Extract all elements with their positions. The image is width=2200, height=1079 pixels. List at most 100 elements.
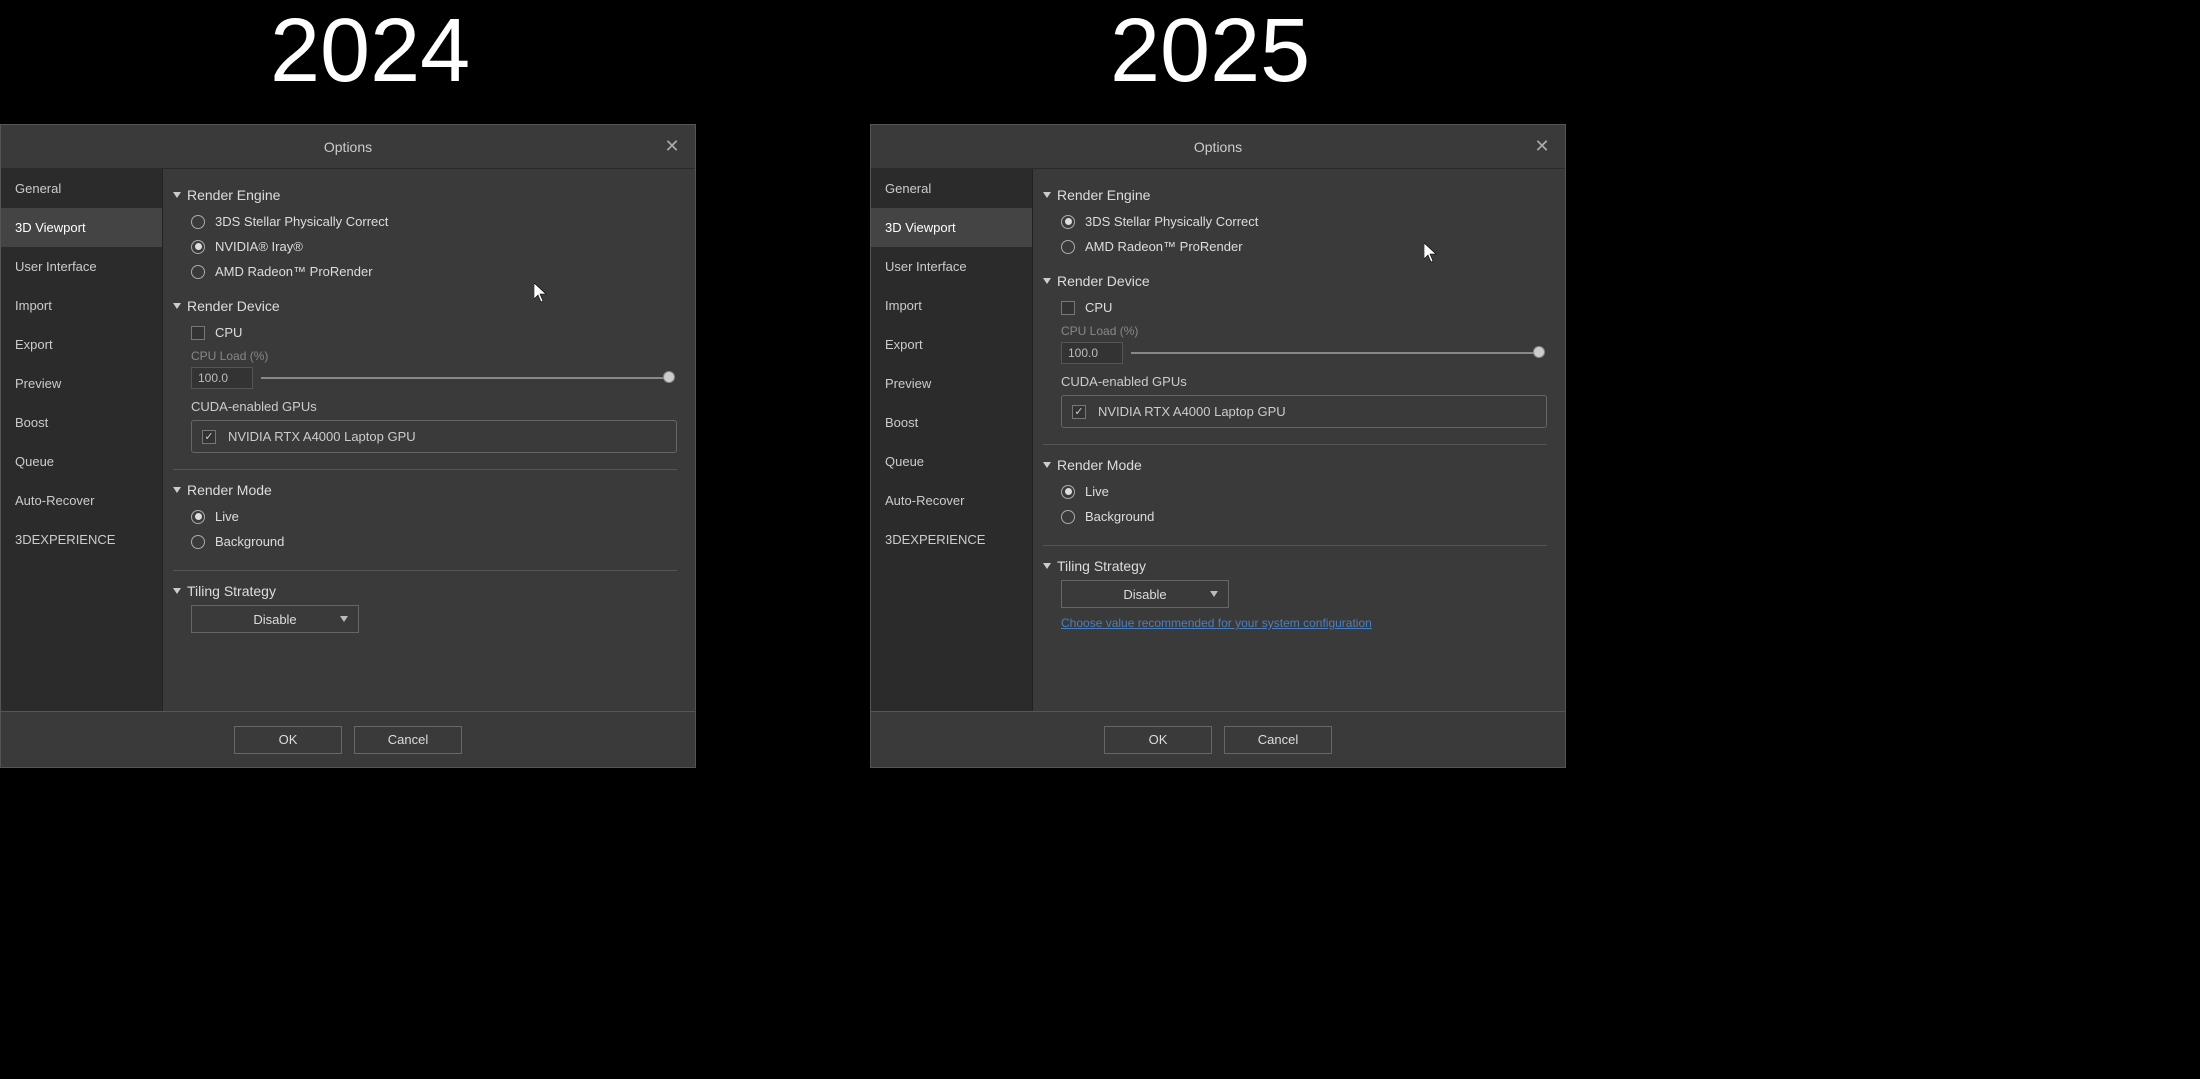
close-button[interactable]: ✕ [661, 135, 683, 157]
radio-icon [1061, 215, 1075, 229]
collapse-icon [173, 192, 181, 198]
radio-icon [191, 535, 205, 549]
sidebar-item-3dexperience[interactable]: 3DEXPERIENCE [871, 520, 1032, 559]
sidebar-item-preview[interactable]: Preview [1, 364, 162, 403]
cpu-load-slider[interactable]: 100.0 [191, 367, 677, 389]
content-panel[interactable]: Render Engine 3DS Stellar Physically Cor… [1033, 169, 1565, 711]
section-tiling-strategy[interactable]: Tiling Strategy [173, 575, 677, 605]
gpu-list: NVIDIA RTX A4000 Laptop GPU [1061, 395, 1547, 428]
radio-background[interactable]: Background [191, 529, 677, 554]
dropdown-value: Disable [253, 612, 296, 627]
section-render-device[interactable]: Render Device [1043, 265, 1547, 295]
radio-amd-prorender[interactable]: AMD Radeon™ ProRender [191, 259, 677, 284]
sidebar-item-general[interactable]: General [871, 169, 1032, 208]
collapse-icon [1043, 278, 1051, 284]
section-render-engine[interactable]: Render Engine [173, 179, 677, 209]
radio-nvidia-iray[interactable]: NVIDIA® Iray® [191, 234, 677, 259]
section-render-mode[interactable]: Render Mode [1043, 449, 1547, 479]
sidebar-item-general[interactable]: General [1, 169, 162, 208]
options-dialog-2025: Options ✕ General 3D Viewport User Inter… [870, 124, 1566, 768]
radio-stellar[interactable]: 3DS Stellar Physically Correct [1061, 209, 1547, 234]
slider-track[interactable] [1131, 352, 1539, 354]
sidebar-item-queue[interactable]: Queue [871, 442, 1032, 481]
content-panel[interactable]: Render Engine 3DS Stellar Physically Cor… [163, 169, 695, 711]
sidebar-item-import[interactable]: Import [871, 286, 1032, 325]
cpu-load-slider[interactable]: 100.0 [1061, 342, 1547, 364]
radio-amd-prorender[interactable]: AMD Radeon™ ProRender [1061, 234, 1547, 259]
sidebar-item-boost[interactable]: Boost [1, 403, 162, 442]
chevron-down-icon [340, 616, 348, 622]
checkbox-label: CPU [1085, 300, 1112, 315]
radio-icon [191, 265, 205, 279]
checkbox-gpu[interactable] [202, 430, 216, 444]
radio-label: 3DS Stellar Physically Correct [215, 214, 388, 229]
collapse-icon [173, 487, 181, 493]
sidebar-item-3d-viewport[interactable]: 3D Viewport [1, 208, 162, 247]
cuda-gpus-label: CUDA-enabled GPUs [191, 399, 677, 414]
section-tiling-strategy[interactable]: Tiling Strategy [1043, 550, 1547, 580]
sidebar-item-boost[interactable]: Boost [871, 403, 1032, 442]
checkbox-icon [191, 326, 205, 340]
section-title: Render Engine [187, 187, 280, 203]
section-render-mode[interactable]: Render Mode [173, 474, 677, 504]
cpu-load-label: CPU Load (%) [191, 345, 677, 367]
cancel-button[interactable]: Cancel [354, 726, 462, 754]
cpu-load-value[interactable]: 100.0 [1061, 342, 1123, 364]
slider-track[interactable] [261, 377, 669, 379]
titlebar: Options ✕ [1, 125, 695, 169]
checkbox-gpu[interactable] [1072, 405, 1086, 419]
section-title: Render Device [1057, 273, 1150, 289]
checkbox-cpu[interactable]: CPU [191, 320, 677, 345]
close-button[interactable]: ✕ [1531, 135, 1553, 157]
radio-label: AMD Radeon™ ProRender [1085, 239, 1243, 254]
tiling-dropdown[interactable]: Disable [191, 605, 359, 633]
sidebar-item-import[interactable]: Import [1, 286, 162, 325]
tiling-dropdown[interactable]: Disable [1061, 580, 1229, 608]
section-title: Tiling Strategy [1057, 558, 1146, 574]
ok-button[interactable]: OK [1104, 726, 1212, 754]
slider-thumb[interactable] [663, 371, 675, 383]
close-icon: ✕ [1534, 136, 1549, 157]
recommend-link[interactable]: Choose value recommended for your system… [1061, 608, 1547, 630]
radio-label: Background [1085, 509, 1154, 524]
radio-icon [1061, 510, 1075, 524]
sidebar-item-3dexperience[interactable]: 3DEXPERIENCE [1, 520, 162, 559]
radio-background[interactable]: Background [1061, 504, 1547, 529]
ok-button[interactable]: OK [234, 726, 342, 754]
sidebar-item-auto-recover[interactable]: Auto-Recover [1, 481, 162, 520]
sidebar: General 3D Viewport User Interface Impor… [1, 169, 163, 711]
sidebar-item-user-interface[interactable]: User Interface [1, 247, 162, 286]
radio-icon [191, 510, 205, 524]
dropdown-value: Disable [1123, 587, 1166, 602]
chevron-down-icon [1210, 591, 1218, 597]
radio-stellar[interactable]: 3DS Stellar Physically Correct [191, 209, 677, 234]
cpu-load-value[interactable]: 100.0 [191, 367, 253, 389]
radio-icon [1061, 240, 1075, 254]
dialog-title: Options [1194, 139, 1242, 155]
gpu-name: NVIDIA RTX A4000 Laptop GPU [228, 429, 416, 444]
section-render-device[interactable]: Render Device [173, 290, 677, 320]
radio-label: NVIDIA® Iray® [215, 239, 303, 254]
sidebar-item-queue[interactable]: Queue [1, 442, 162, 481]
sidebar-item-user-interface[interactable]: User Interface [871, 247, 1032, 286]
sidebar-item-preview[interactable]: Preview [871, 364, 1032, 403]
radio-icon [1061, 485, 1075, 499]
collapse-icon [1043, 563, 1051, 569]
checkbox-cpu[interactable]: CPU [1061, 295, 1547, 320]
sidebar-item-export[interactable]: Export [1, 325, 162, 364]
sidebar-item-3d-viewport[interactable]: 3D Viewport [871, 208, 1032, 247]
slider-thumb[interactable] [1533, 346, 1545, 358]
section-title: Tiling Strategy [187, 583, 276, 599]
section-title: Render Engine [1057, 187, 1150, 203]
dialog-footer: OK Cancel [1, 711, 695, 767]
section-render-engine[interactable]: Render Engine [1043, 179, 1547, 209]
radio-live[interactable]: Live [1061, 479, 1547, 504]
sidebar-item-export[interactable]: Export [871, 325, 1032, 364]
cancel-button[interactable]: Cancel [1224, 726, 1332, 754]
sidebar-item-auto-recover[interactable]: Auto-Recover [871, 481, 1032, 520]
radio-live[interactable]: Live [191, 504, 677, 529]
options-dialog-2024: Options ✕ General 3D Viewport User Inter… [0, 124, 696, 768]
dialog-footer: OK Cancel [871, 711, 1565, 767]
collapse-icon [173, 303, 181, 309]
cuda-gpus-label: CUDA-enabled GPUs [1061, 374, 1547, 389]
